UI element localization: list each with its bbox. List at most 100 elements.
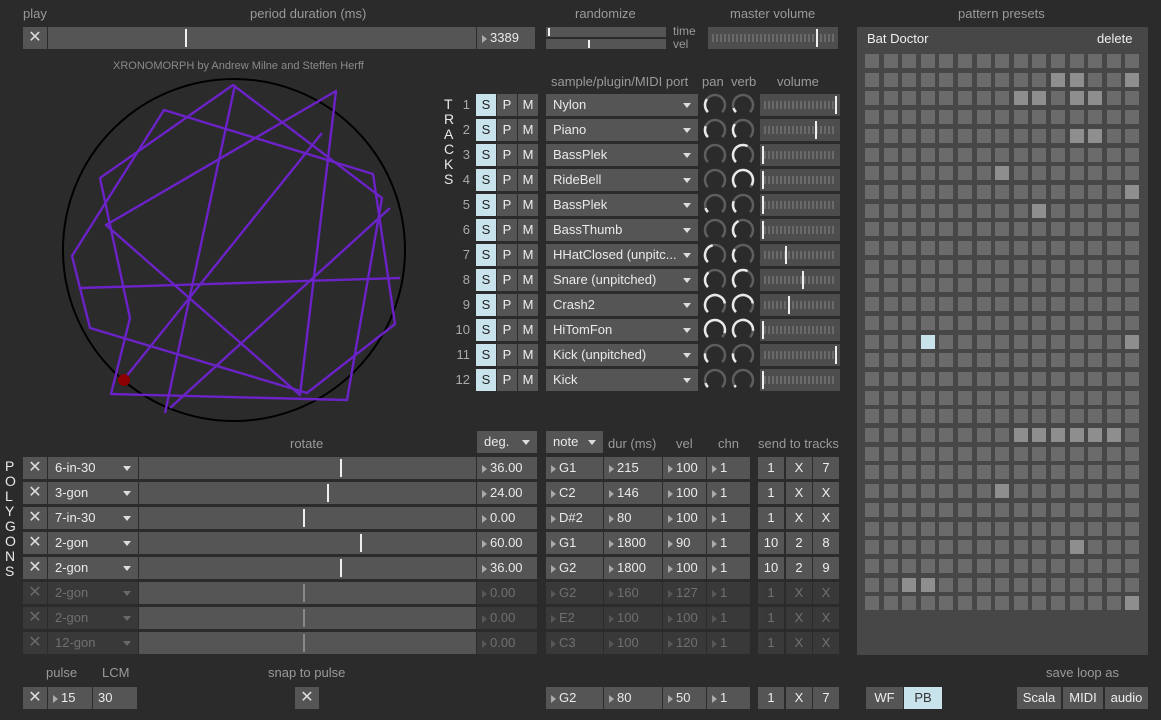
preset-slot[interactable] [865,128,879,143]
preset-slot[interactable] [1125,147,1140,162]
polygon-rotate-slider[interactable] [139,607,476,629]
track-pan-knob[interactable] [703,143,727,167]
preset-slot[interactable] [976,558,991,573]
preset-slot[interactable] [939,54,954,68]
preset-slot[interactable] [939,203,954,218]
preset-slot[interactable] [883,203,898,218]
preset-slot[interactable] [1125,577,1140,592]
track-pan-knob[interactable] [703,268,727,292]
preset-slot[interactable] [1106,278,1121,293]
preset-slot[interactable] [883,110,898,125]
track-verb-knob[interactable] [731,118,755,142]
period-duration-slider[interactable] [48,27,476,49]
preset-slot[interactable] [976,484,991,499]
preset-slot[interactable] [920,222,935,237]
preset-slot[interactable] [1051,166,1065,181]
preset-slot[interactable] [865,203,879,218]
preset-slot[interactable] [1106,409,1121,424]
track-volume-slider[interactable] [760,244,840,266]
preset-slot[interactable] [1069,203,1084,218]
preset-slot[interactable] [902,110,917,125]
preset-slot[interactable] [1088,409,1103,424]
polygon-degrees[interactable]: 36.00 [477,457,537,479]
preset-slot[interactable] [920,484,935,499]
preset-slot[interactable] [995,222,1010,237]
preset-slot[interactable] [902,278,917,293]
preset-slot[interactable] [920,128,935,143]
preset-slot[interactable] [958,72,972,87]
preset-slot[interactable] [976,446,991,461]
track-volume-slider[interactable] [760,194,840,216]
preset-slot[interactable] [1106,72,1121,87]
preset-slot[interactable] [1069,297,1084,312]
preset-slot[interactable] [1125,521,1140,536]
preset-slot[interactable] [1032,91,1047,106]
preset-slot[interactable] [939,558,954,573]
track-pan-knob[interactable] [703,343,727,367]
preset-slot[interactable] [1013,353,1028,368]
track-sample-dropdown[interactable]: Kick (unpitched) [546,344,698,366]
preset-slot[interactable] [995,353,1010,368]
preset-slot[interactable] [958,166,972,181]
preset-slot[interactable] [865,428,879,442]
preset-slot[interactable] [1032,166,1047,181]
preset-slot[interactable] [920,540,935,555]
track-sample-dropdown[interactable]: Piano [546,119,698,141]
preset-slot[interactable] [1088,353,1103,368]
preset-slot[interactable] [1069,222,1084,237]
track-verb-knob[interactable] [731,243,755,267]
preset-slot[interactable] [1051,390,1065,405]
preset-slot[interactable] [1125,428,1140,442]
preset-slot[interactable] [920,315,935,330]
preset-slot[interactable] [1013,128,1028,143]
preset-slot[interactable] [1088,484,1103,499]
preset-slot[interactable] [1125,409,1140,424]
preset-slot[interactable] [1032,128,1047,143]
polygon-send-track[interactable]: 1 [758,582,784,604]
track-s-button[interactable]: S [476,369,496,391]
polygon-channel[interactable]: 1 [707,557,750,579]
footer-send-2[interactable]: X [786,687,812,709]
polygon-send-track[interactable]: X [786,607,812,629]
pulse-value[interactable]: 15 [48,687,92,709]
track-m-button[interactable]: M [518,294,538,316]
track-pan-knob[interactable] [703,318,727,342]
preset-slot[interactable] [939,428,954,442]
preset-slot[interactable] [1051,72,1065,87]
preset-slot[interactable] [902,315,917,330]
preset-slot[interactable] [920,428,935,442]
preset-slot[interactable] [865,371,879,386]
polygon-send-track[interactable]: 7 [813,457,839,479]
polygon-type-dropdown[interactable]: 12-gon [48,632,138,654]
preset-slot[interactable] [1069,409,1084,424]
track-p-button[interactable]: P [497,219,517,241]
preset-slot[interactable] [958,502,972,517]
preset-slot[interactable] [902,54,917,68]
preset-slot[interactable] [902,91,917,106]
polygon-channel[interactable]: 1 [707,532,750,554]
track-verb-knob[interactable] [731,93,755,117]
polygon-toggle[interactable]: ✕ [23,582,47,604]
track-volume-slider[interactable] [760,119,840,141]
preset-slot[interactable] [939,128,954,143]
polygon-rotate-slider[interactable] [139,582,476,604]
polygon-send-track[interactable]: X [813,632,839,654]
track-sample-dropdown[interactable]: Kick [546,369,698,391]
preset-slot[interactable] [1088,184,1103,199]
preset-slot[interactable] [939,521,954,536]
pb-button[interactable]: PB [904,687,942,709]
preset-slot[interactable] [939,577,954,592]
preset-slot[interactable] [1088,222,1103,237]
preset-slot[interactable] [902,540,917,555]
preset-slot[interactable] [1051,222,1065,237]
preset-slot[interactable] [1069,128,1084,143]
preset-slot[interactable] [1051,558,1065,573]
polygon-send-track[interactable]: 1 [758,457,784,479]
preset-slot[interactable] [883,521,898,536]
preset-slot[interactable] [1013,409,1028,424]
preset-slot[interactable] [1088,502,1103,517]
play-button[interactable]: ✕ [23,27,47,49]
preset-slot[interactable] [883,558,898,573]
track-volume-slider[interactable] [760,219,840,241]
polygon-send-track[interactable]: X [813,507,839,529]
